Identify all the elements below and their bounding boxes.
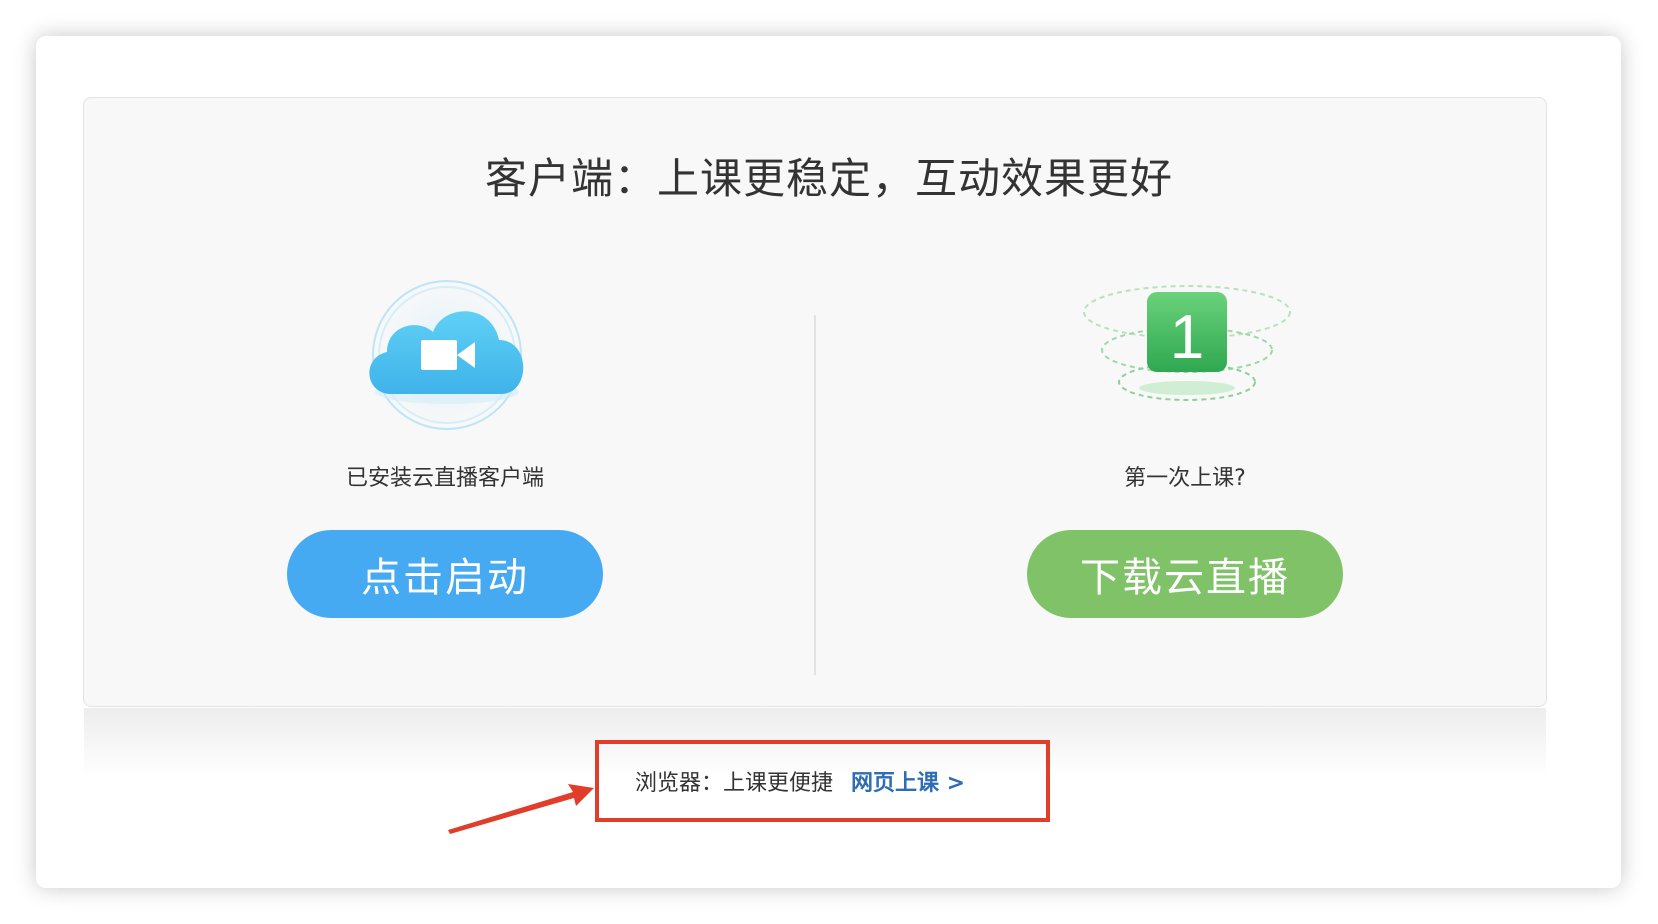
number-one-text: 1: [1170, 303, 1204, 372]
page-title: 客户端：上课更稳定，互动效果更好: [484, 154, 1173, 203]
number-one-icon: 1: [1065, 260, 1305, 450]
launch-client-button[interactable]: 点击启动: [287, 530, 603, 618]
browser-label: 浏览器：上课更便捷: [635, 771, 834, 796]
browser-option-highlight: 浏览器：上课更便捷 网页上课 >: [595, 740, 1050, 822]
red-arrow-icon: [448, 784, 594, 834]
installed-client-caption: 已安装云直播客户端: [345, 466, 544, 491]
column-divider: [814, 315, 816, 675]
download-client-button[interactable]: 下载云直播: [1027, 530, 1343, 618]
web-class-link[interactable]: 网页上课 >: [851, 765, 965, 797]
cloud-video-icon: [325, 260, 565, 450]
first-class-caption: 第一次上课?: [1124, 466, 1246, 491]
first-class-column: 1 第一次上课? 下载云直播: [975, 260, 1395, 618]
installed-client-column: 已安装云直播客户端 点击启动: [235, 260, 655, 618]
